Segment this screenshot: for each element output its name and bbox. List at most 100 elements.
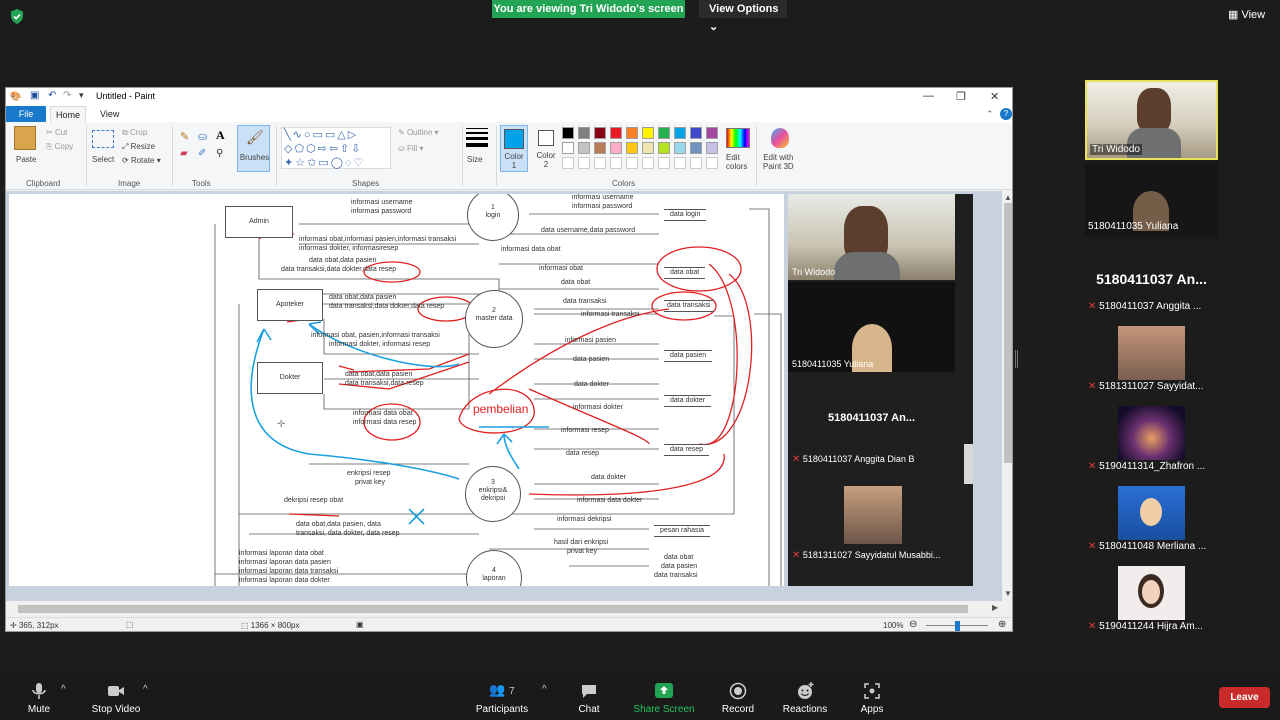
shapes-gallery[interactable]: ╲∿○▭▭△▷ ◇⬠⬡⇨⇦⇧⇩ ✦☆✩▭◯◌♡	[281, 127, 391, 169]
cut-button[interactable]: ✂ Cut	[46, 128, 67, 137]
custom-color-swatch[interactable]	[594, 157, 606, 169]
video-options-chevron-icon[interactable]: ^	[143, 684, 148, 695]
scroll-right-icon[interactable]: ▶	[992, 603, 998, 612]
splitter-handle[interactable]	[1015, 350, 1018, 368]
select-button[interactable]: Select	[92, 155, 114, 164]
copy-button[interactable]: ⎘ Copy	[46, 142, 73, 152]
select-icon[interactable]	[92, 130, 114, 148]
custom-color-swatch[interactable]	[658, 157, 670, 169]
custom-color-swatch[interactable]	[626, 157, 638, 169]
paint3d-icon[interactable]	[771, 128, 789, 148]
scroll-thumb[interactable]	[18, 605, 968, 613]
quick-access-dropdown-icon[interactable]: ▾	[79, 90, 84, 101]
color-swatch[interactable]	[594, 142, 606, 154]
participants-options-chevron-icon[interactable]: ^	[542, 684, 547, 695]
custom-color-swatch[interactable]	[578, 157, 590, 169]
color-swatch[interactable]	[626, 127, 638, 139]
restore-button[interactable]: ❐	[956, 90, 966, 103]
tab-home[interactable]: Home	[50, 106, 86, 122]
tab-file[interactable]: File	[6, 106, 46, 122]
undo-icon[interactable]: ↶	[48, 90, 56, 101]
rotate-button[interactable]: ⟳ Rotate ▾	[122, 156, 161, 165]
participant-tile-anggita[interactable]: 5180411037 An... ✕ 5180411037 Anggita ..…	[1085, 243, 1218, 317]
participant-tile-zhafron[interactable]: ✕ 5190411314_Zhafron ...	[1085, 403, 1218, 477]
crop-button[interactable]: ⧉ Crop	[122, 128, 147, 138]
shield-icon[interactable]	[10, 9, 24, 24]
custom-color-swatch[interactable]	[562, 157, 574, 169]
color1-button[interactable]: Color 1	[500, 125, 528, 172]
edit-colors-icon[interactable]	[726, 128, 750, 148]
magnifier-icon[interactable]: ⚲	[216, 148, 223, 159]
participant-tile-sayyidatul[interactable]: ✕ 5181311027 Sayyidat...	[1085, 323, 1218, 397]
color-swatch[interactable]	[706, 127, 718, 139]
color-swatch[interactable]	[674, 142, 686, 154]
custom-color-swatch[interactable]	[610, 157, 622, 169]
resize-button[interactable]: ⤢ Resize	[122, 142, 155, 152]
color-swatch[interactable]	[658, 142, 670, 154]
overlay-scrollbar[interactable]	[964, 444, 973, 484]
participant-tile-hijra[interactable]: ✕ 5190411244 Hijra Am...	[1085, 563, 1218, 637]
custom-color-swatch[interactable]	[706, 157, 718, 169]
color2-button[interactable]: Color 2	[532, 125, 560, 172]
ribbon-collapse-icon[interactable]: ⌃	[986, 109, 994, 120]
size-icon[interactable]	[466, 128, 488, 147]
scroll-up-icon[interactable]: ▲	[1004, 193, 1012, 202]
custom-color-swatch[interactable]	[674, 157, 686, 169]
share-screen-button[interactable]: Share Screen	[630, 682, 698, 715]
paste-icon[interactable]	[14, 126, 36, 150]
outline-button[interactable]: ✎ Outline ▾	[398, 128, 439, 137]
participant-tile-merliana[interactable]: ✕ 5180411048 Merliana ...	[1085, 483, 1218, 557]
view-options-button[interactable]: View Options ⌄	[699, 0, 787, 33]
paint-canvas[interactable]: Admin Apoteker Dokter 1 login 2 master dat…	[9, 194, 784, 586]
color-swatch[interactable]	[658, 127, 670, 139]
size-button[interactable]: Size	[467, 155, 483, 164]
color-swatch[interactable]	[578, 127, 590, 139]
scroll-thumb[interactable]	[1004, 203, 1012, 463]
color-swatch[interactable]	[642, 127, 654, 139]
close-button[interactable]: ✕	[990, 90, 999, 103]
apps-button[interactable]: Apps	[858, 682, 886, 715]
chat-button[interactable]: Chat	[574, 682, 604, 715]
horizontal-scrollbar[interactable]: ▶	[6, 601, 1006, 617]
vertical-scrollbar[interactable]: ▲ ▼	[1002, 191, 1012, 601]
color-swatch[interactable]	[690, 127, 702, 139]
mute-options-chevron-icon[interactable]: ^	[61, 684, 66, 695]
paste-button[interactable]: Paste	[16, 155, 36, 164]
reactions-button[interactable]: Reactions	[780, 682, 830, 715]
color-swatch[interactable]	[578, 142, 590, 154]
redo-icon[interactable]: ↷	[63, 90, 71, 101]
color-swatch[interactable]	[706, 142, 718, 154]
color-swatch[interactable]	[610, 127, 622, 139]
pencil-icon[interactable]: ✎	[180, 130, 189, 143]
color-swatch[interactable]	[562, 127, 574, 139]
zoom-in-button[interactable]: ⊕	[998, 619, 1006, 630]
zoom-out-button[interactable]: ⊖	[909, 619, 917, 630]
color-swatch[interactable]	[674, 127, 686, 139]
view-button[interactable]: ▦ View	[1228, 6, 1265, 24]
custom-color-swatch[interactable]	[690, 157, 702, 169]
stop-video-button[interactable]: Stop Video	[88, 682, 144, 715]
fill-bucket-icon[interactable]: ⛀	[198, 130, 207, 143]
text-tool-icon[interactable]: A	[216, 128, 225, 143]
color-swatch[interactable]	[626, 142, 638, 154]
tab-view[interactable]: View	[100, 106, 119, 122]
brushes-button[interactable]: 🖌 Brushes	[237, 125, 270, 172]
edit-colors-button[interactable]: Edit colors	[726, 153, 747, 171]
mute-button[interactable]: Mute	[26, 682, 52, 715]
color-swatch[interactable]	[642, 142, 654, 154]
fill-button[interactable]: ⛀ Fill ▾	[398, 144, 423, 153]
zoom-slider-thumb[interactable]	[955, 621, 960, 631]
participant-tile-tri[interactable]: Tri Widodo	[1085, 80, 1218, 160]
color-swatch[interactable]	[690, 142, 702, 154]
minimize-button[interactable]: —	[923, 90, 934, 102]
color-swatch[interactable]	[594, 127, 606, 139]
edit-with-paint3d-button[interactable]: Edit with Paint 3D	[763, 153, 794, 171]
scroll-down-icon[interactable]: ▼	[1004, 589, 1012, 598]
leave-button[interactable]: Leave	[1219, 687, 1270, 708]
help-icon[interactable]: ?	[1000, 108, 1012, 120]
participant-tile-yuliana[interactable]: 5180411035 Yuliana	[1085, 163, 1218, 237]
save-icon[interactable]: ▣	[30, 90, 39, 101]
color-swatch[interactable]	[610, 142, 622, 154]
eraser-icon[interactable]: ▰	[180, 148, 188, 159]
participants-button[interactable]: 👥 7 Participants	[472, 682, 532, 715]
